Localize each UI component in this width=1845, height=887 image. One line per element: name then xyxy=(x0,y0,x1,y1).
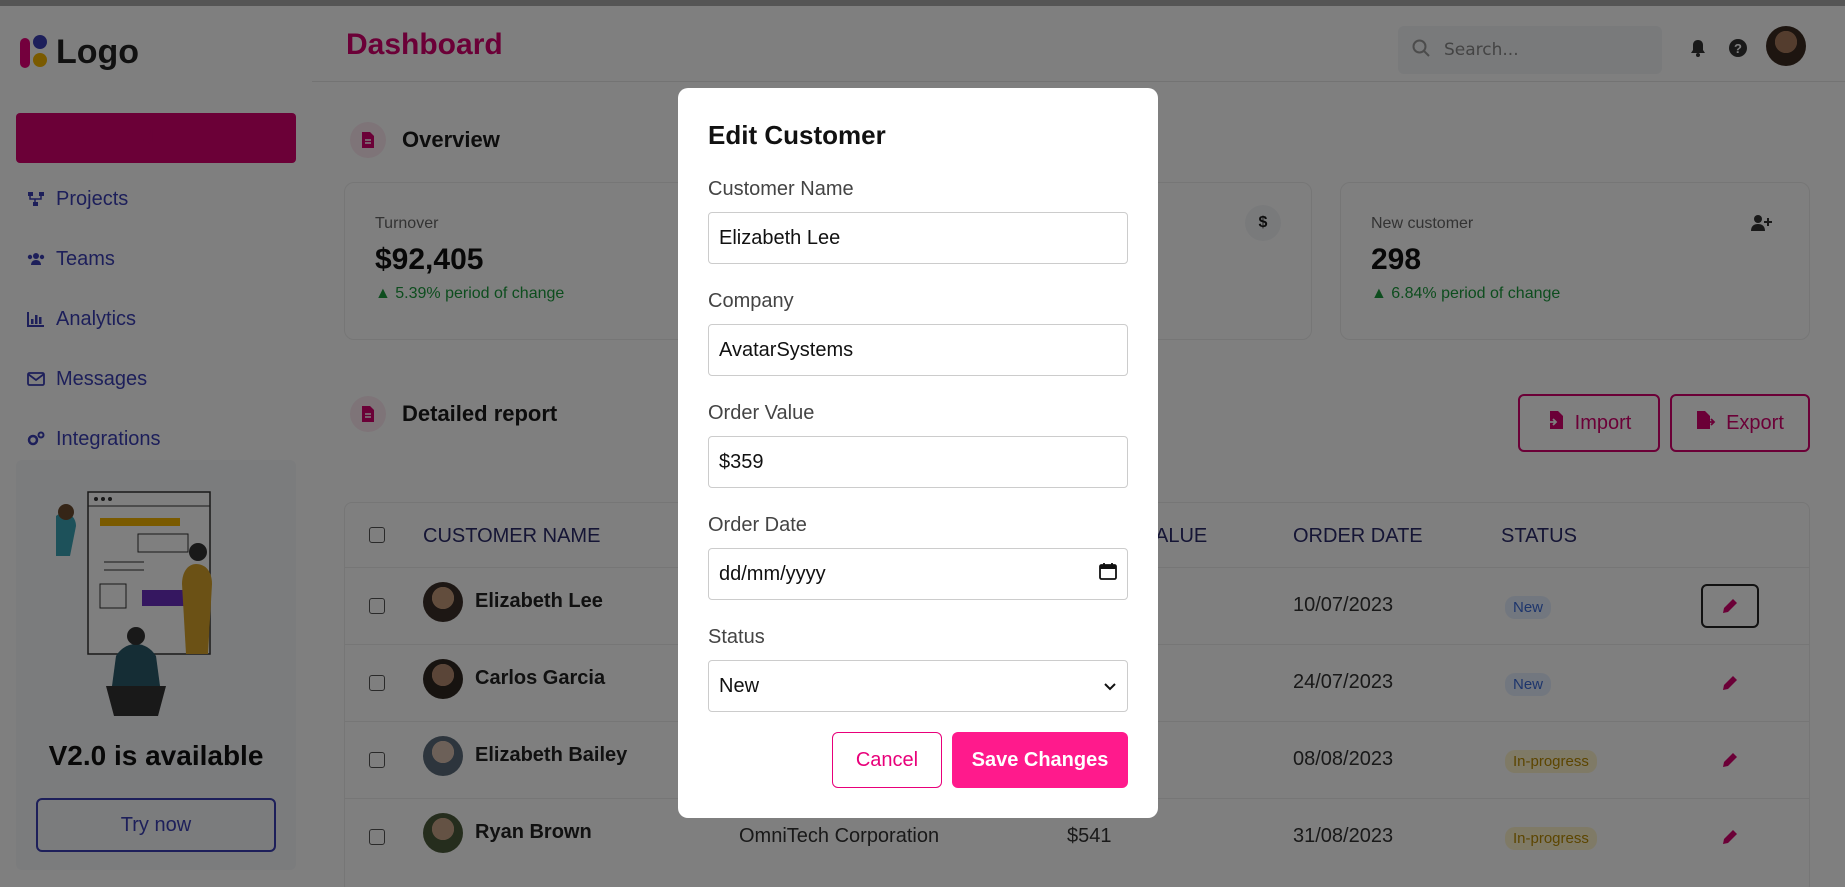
cancel-button[interactable]: Cancel xyxy=(832,732,942,788)
company-label: Company xyxy=(708,290,794,312)
customer-name-label: Customer Name xyxy=(708,178,854,200)
save-changes-button[interactable]: Save Changes xyxy=(952,732,1128,788)
order-date-field[interactable]: dd/mm/yyyy xyxy=(708,548,1128,600)
calendar-icon[interactable] xyxy=(1099,562,1117,586)
chevron-down-icon xyxy=(1103,675,1117,698)
customer-name-field[interactable]: Elizabeth Lee xyxy=(708,212,1128,264)
status-select-value: New xyxy=(719,674,760,697)
status-label: Status xyxy=(708,626,765,648)
status-select[interactable]: New xyxy=(708,660,1128,712)
modal-title: Edit Customer xyxy=(708,120,886,150)
order-date-label: Order Date xyxy=(708,514,807,536)
order-date-value: dd/mm/yyyy xyxy=(719,562,826,585)
order-value-label: Order Value xyxy=(708,402,815,424)
order-value-field[interactable]: $359 xyxy=(708,436,1128,488)
company-field[interactable]: AvatarSystems xyxy=(708,324,1128,376)
edit-customer-modal: Edit Customer Customer Name Elizabeth Le… xyxy=(678,88,1158,818)
app-root: Logo Dashboard Projects Teams Analytics … xyxy=(0,0,1845,887)
